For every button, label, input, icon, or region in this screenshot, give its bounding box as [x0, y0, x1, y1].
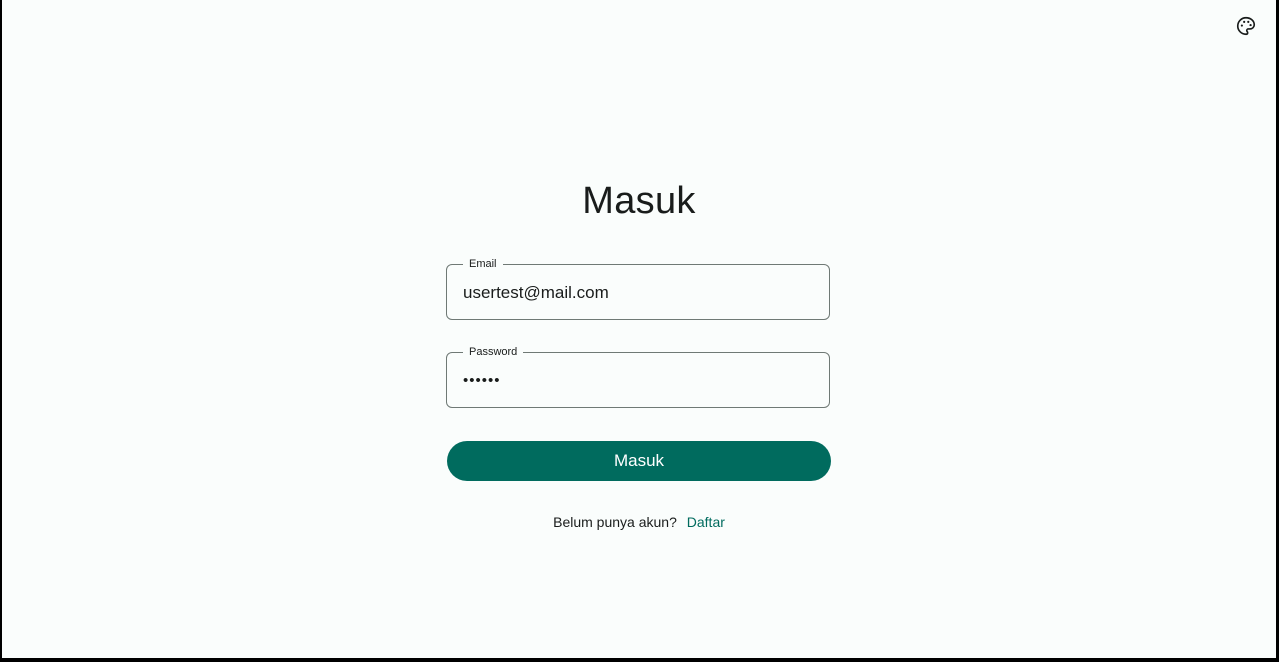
password-input[interactable]: ••••••	[463, 353, 813, 409]
app-frame: Masuk Email usertest@mail.com Password •…	[2, 0, 1276, 658]
register-prompt-text: Belum punya akun?	[553, 514, 677, 530]
password-field[interactable]: Password ••••••	[446, 345, 830, 409]
email-input[interactable]: usertest@mail.com	[463, 265, 813, 321]
login-button[interactable]: Masuk	[447, 441, 831, 481]
theme-toggle-button[interactable]	[1234, 14, 1258, 38]
register-link[interactable]: Daftar	[687, 514, 725, 530]
palette-icon	[1237, 16, 1256, 36]
email-field[interactable]: Email usertest@mail.com	[446, 257, 830, 321]
register-prompt-line: Belum punya akun? Daftar	[2, 514, 1276, 530]
page-title: Masuk	[582, 180, 696, 222]
